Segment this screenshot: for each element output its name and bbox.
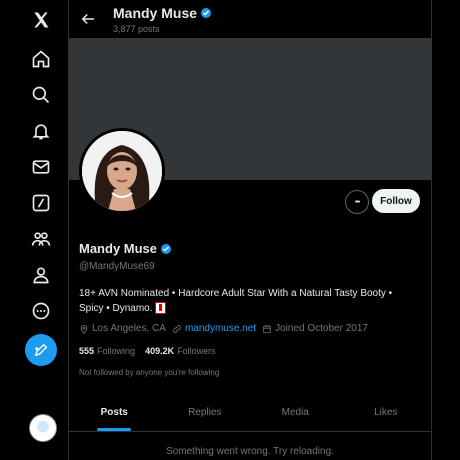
- sidebar-nav: [0, 0, 68, 460]
- error-message: Something went wrong. Try reloading.: [166, 446, 334, 457]
- header-title: Mandy Muse: [113, 5, 212, 21]
- flag-icon: [155, 302, 167, 315]
- profile-avatar[interactable]: [79, 128, 165, 214]
- more-icon[interactable]: [26, 296, 56, 326]
- following-label: Following: [97, 346, 136, 356]
- following-count: 555: [79, 346, 95, 356]
- verified-badge-icon: [161, 243, 172, 254]
- location-text: Los Angeles, CA: [92, 323, 166, 334]
- location-pin-icon: [80, 324, 88, 334]
- followers-count: 409.2K: [145, 346, 175, 356]
- website-link[interactable]: mandymuse.net: [185, 323, 256, 334]
- followers-stat[interactable]: 409.2K Followers: [145, 346, 216, 356]
- posts-count: 3,877 posts: [113, 24, 160, 34]
- tab-media[interactable]: Media: [250, 393, 341, 431]
- profile-bio: 18+ AVN Nominated • Hardcore Adult Star …: [79, 286, 414, 316]
- tab-replies[interactable]: Replies: [160, 393, 251, 431]
- location-group: Los Angeles, CA: [79, 323, 166, 334]
- joined-group: Joined October 2017: [262, 323, 368, 334]
- compose-button[interactable]: [25, 334, 57, 366]
- grok-icon[interactable]: [26, 188, 56, 218]
- profile-tabs: Posts Replies Media Likes: [69, 393, 431, 432]
- calendar-icon: [263, 324, 271, 333]
- follow-stats: 555 Following 409.2K Followers: [79, 346, 216, 356]
- profile-name: Mandy Muse: [79, 241, 172, 256]
- verified-badge-icon: [201, 8, 212, 18]
- joined-text: Joined October 2017: [275, 323, 368, 334]
- compose-icon: [34, 343, 48, 357]
- header-name: Mandy Muse: [113, 5, 198, 21]
- website-group[interactable]: mandymuse.net: [172, 323, 256, 334]
- profile-display-name: Mandy Muse: [79, 241, 158, 256]
- more-options-label: •••: [354, 198, 360, 206]
- mail-icon[interactable]: [26, 152, 56, 182]
- more-options-button[interactable]: •••: [345, 190, 369, 214]
- profile-meta: Los Angeles, CA mandymuse.net Joined Oct…: [79, 323, 368, 334]
- following-stat[interactable]: 555 Following: [79, 346, 135, 356]
- back-arrow-icon[interactable]: [79, 10, 97, 28]
- x-logo-icon[interactable]: [26, 5, 56, 35]
- communities-icon[interactable]: [26, 224, 56, 254]
- tab-likes[interactable]: Likes: [341, 393, 432, 431]
- link-icon: [173, 324, 181, 333]
- profile-header-bar: Mandy Muse 3,877 posts: [69, 0, 431, 38]
- followers-label: Followers: [177, 346, 216, 356]
- profile-handle: @MandyMuse69: [79, 261, 155, 272]
- bio-text: 18+ AVN Nominated • Hardcore Adult Star …: [79, 288, 393, 314]
- profile-icon[interactable]: [26, 260, 56, 290]
- account-avatar[interactable]: [29, 414, 57, 442]
- tab-posts[interactable]: Posts: [69, 393, 160, 431]
- profile-column: Mandy Muse 3,877 posts ••• Follow Mandy …: [68, 0, 432, 460]
- not-followed-note: Not followed by anyone you're following: [79, 368, 220, 377]
- avatar-photo: [82, 131, 162, 211]
- follow-button[interactable]: Follow: [372, 189, 420, 213]
- search-icon[interactable]: [26, 80, 56, 110]
- bell-icon[interactable]: [26, 116, 56, 146]
- home-icon[interactable]: [26, 44, 56, 74]
